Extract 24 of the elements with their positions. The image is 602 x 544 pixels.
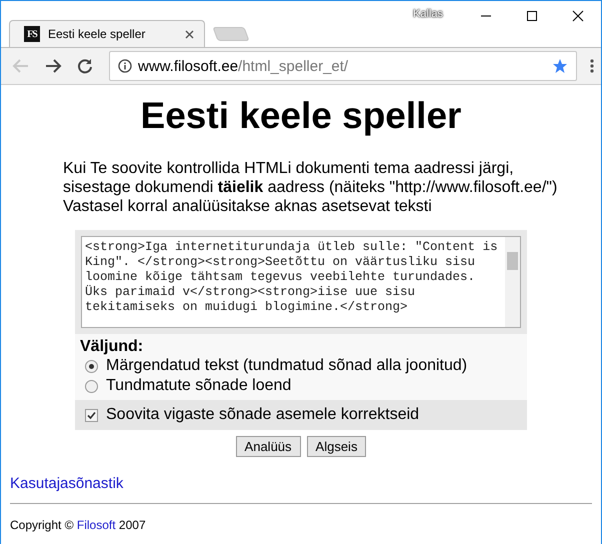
- copyright-text: Copyright ©: [10, 518, 74, 532]
- menu-icon[interactable]: [589, 58, 595, 74]
- dictionary-link[interactable]: Kasutajasõnastik: [10, 475, 124, 492]
- site-logo-icon: FS: [24, 26, 40, 42]
- text-input-area[interactable]: <strong>Iga internetiturundaja ütleb sulle: "Content is King". </strong><strong>Seetõttu on väärtusliku sisu loomine kõige tähtsam tegevus veebilehte turundades. Üks parimaid v</strong><strong>iise uue sisu tekitamiseks on muidugi blogimine.</strong>: [81, 236, 521, 328]
- reset-button[interactable]: Algseis: [306, 436, 366, 457]
- output-label: Väljund:: [80, 338, 144, 356]
- address-bar[interactable]: www.filosoft.ee/html_speller_et/: [109, 51, 577, 81]
- radio-label[interactable]: Märgendatud tekst (tundmatud sõnad alla joonitud): [106, 356, 468, 376]
- radio-button[interactable]: [85, 360, 98, 372]
- checkbox[interactable]: [85, 408, 98, 422]
- intro-text: Kui Te soovite kontrollida HTMLi dokumenti tema aadressi järgi, sisestage dokumendi täielik aadress (näiteks "http://www.filosoft.ee/") Vastasel korral analüüsitakse aknas asetsevat teksti: [63, 159, 558, 216]
- page-heading: Eesti keele speller: [140, 95, 462, 137]
- company-link[interactable]: Filosoft: [76, 518, 116, 532]
- radio-button[interactable]: [85, 380, 98, 392]
- star-icon[interactable]: [552, 58, 568, 74]
- scrollbar[interactable]: [505, 237, 520, 327]
- user-name[interactable]: Kallas: [413, 8, 443, 47]
- browser-tab[interactable]: FS Eesti keele speller: [9, 20, 205, 47]
- close-icon[interactable]: [185, 30, 194, 38]
- analyze-button[interactable]: Analüüs: [236, 436, 301, 457]
- info-icon[interactable]: [118, 59, 132, 73]
- copyright-year: 2007: [118, 518, 146, 532]
- radio-label[interactable]: Tundmatute sõnade loend: [106, 376, 292, 396]
